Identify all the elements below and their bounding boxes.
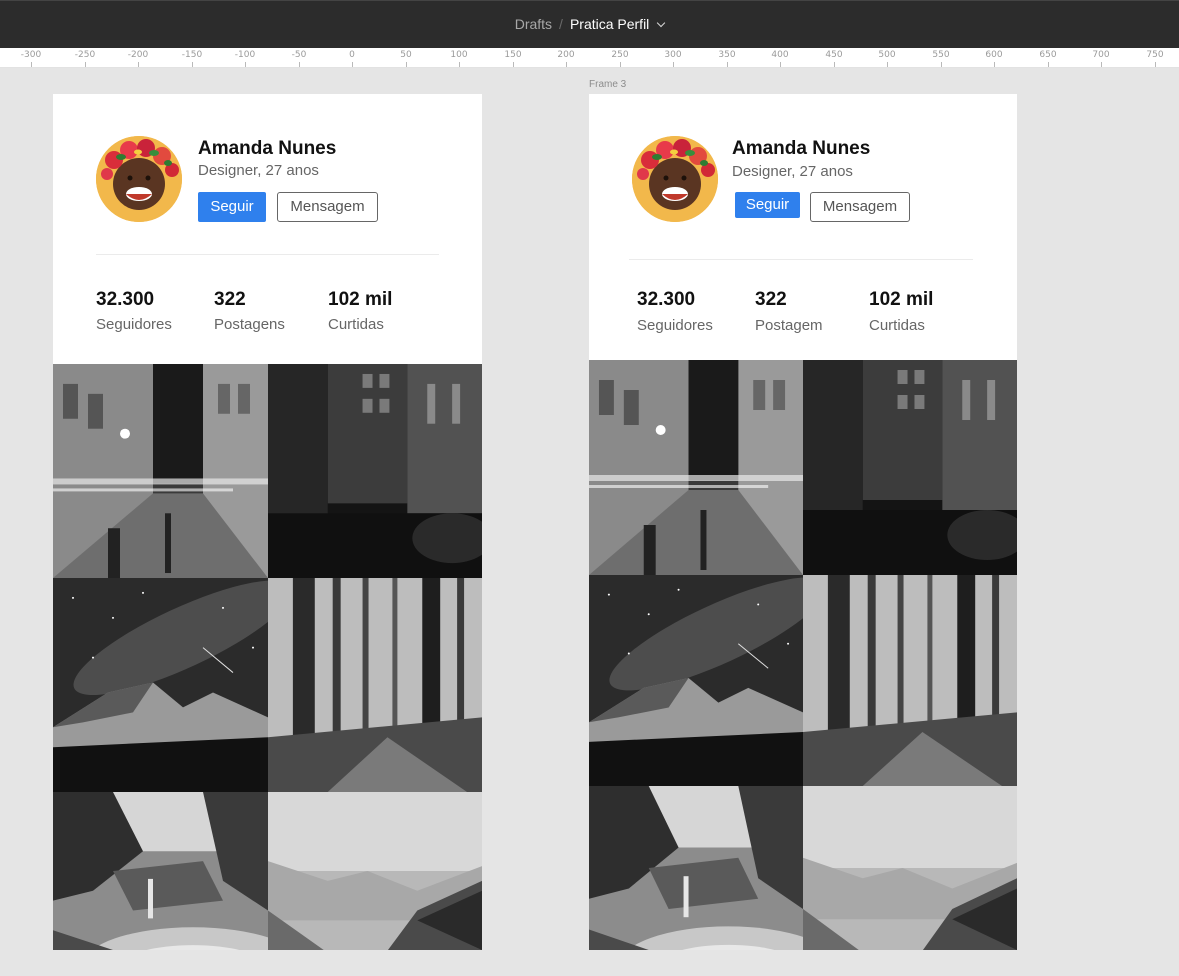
likes-count: 102 mil	[869, 289, 934, 310]
ruler-tick: -50	[279, 48, 319, 67]
breadcrumb: Drafts / Pratica Perfil	[0, 16, 1179, 32]
ruler-tick: 350	[707, 48, 747, 67]
posts-label: Postagens	[214, 316, 285, 333]
likes-label: Curtidas	[328, 316, 384, 333]
mountain-valley-photo[interactable]	[268, 792, 482, 950]
ruler-tick: 550	[921, 48, 961, 67]
profile-name: Amanda Nunes	[732, 138, 871, 159]
ruler-tick: 600	[974, 48, 1014, 67]
milky-way-mountains-photo[interactable]	[53, 578, 268, 792]
follow-button[interactable]: Seguir	[198, 192, 266, 222]
horizontal-ruler: -300 -250 -200 -150 -100 -50 0 50 100 15…	[0, 48, 1179, 68]
ruler-tick: -200	[118, 48, 158, 67]
ruler-tick: 700	[1081, 48, 1121, 67]
posts-count: 322	[214, 289, 246, 310]
followers-count: 32.300	[637, 289, 696, 310]
profile-role: Designer, 27 anos	[198, 162, 319, 179]
message-button[interactable]: Mensagem	[277, 192, 378, 222]
coastal-waterfall-photo[interactable]	[589, 786, 803, 950]
divider	[96, 254, 439, 255]
forest-photo[interactable]	[268, 578, 482, 792]
breadcrumb-separator: /	[559, 16, 563, 32]
breadcrumb-drafts[interactable]: Drafts	[515, 16, 552, 32]
forest-photo[interactable]	[803, 575, 1017, 786]
likes-label: Curtidas	[869, 317, 925, 334]
ruler-tick: 150	[493, 48, 533, 67]
street-night-photo[interactable]	[589, 360, 803, 575]
ruler-tick: 400	[760, 48, 800, 67]
posts-count: 322	[755, 289, 787, 310]
avatar	[632, 136, 718, 222]
profile-role: Designer, 27 anos	[732, 163, 853, 180]
followers-label: Seguidores	[96, 316, 172, 333]
ruler-tick: 200	[546, 48, 586, 67]
follow-button[interactable]: Seguir	[735, 192, 800, 218]
city-street-dark-photo[interactable]	[268, 364, 482, 578]
chevron-down-icon[interactable]	[657, 18, 666, 28]
city-street-dark-photo[interactable]	[803, 360, 1017, 575]
milky-way-mountains-photo[interactable]	[589, 575, 803, 786]
likes-count: 102 mil	[328, 289, 393, 310]
profile-frame-2[interactable]: Amanda Nunes Designer, 27 anos Seguir Me…	[589, 94, 1017, 950]
divider	[629, 259, 973, 260]
ruler-tick: 750	[1135, 48, 1175, 67]
posts-label: Postagem	[755, 317, 823, 334]
ruler-tick: 0	[332, 48, 372, 67]
profile-name: Amanda Nunes	[198, 138, 337, 159]
ruler-tick: 450	[814, 48, 854, 67]
avatar	[96, 136, 182, 222]
top-toolbar: Drafts / Pratica Perfil	[0, 0, 1179, 48]
profile-frame-1[interactable]: Amanda Nunes Designer, 27 anos Seguir Me…	[53, 94, 482, 950]
file-name[interactable]: Pratica Perfil	[570, 16, 649, 32]
mountain-valley-photo[interactable]	[803, 786, 1017, 950]
ruler-tick: 500	[867, 48, 907, 67]
frame-3-label[interactable]: Frame 3	[589, 79, 626, 90]
ruler-tick: -150	[172, 48, 212, 67]
ruler-tick: 100	[439, 48, 479, 67]
ruler-tick: -300	[11, 48, 51, 67]
followers-label: Seguidores	[637, 317, 713, 334]
street-night-photo[interactable]	[53, 364, 268, 578]
ruler-tick: 300	[653, 48, 693, 67]
coastal-waterfall-photo[interactable]	[53, 792, 268, 950]
ruler-tick: -100	[225, 48, 265, 67]
ruler-tick: 50	[386, 48, 426, 67]
followers-count: 32.300	[96, 289, 155, 310]
ruler-tick: 650	[1028, 48, 1068, 67]
ruler-tick: -250	[65, 48, 105, 67]
message-button[interactable]: Mensagem	[810, 192, 910, 222]
ruler-tick: 250	[600, 48, 640, 67]
